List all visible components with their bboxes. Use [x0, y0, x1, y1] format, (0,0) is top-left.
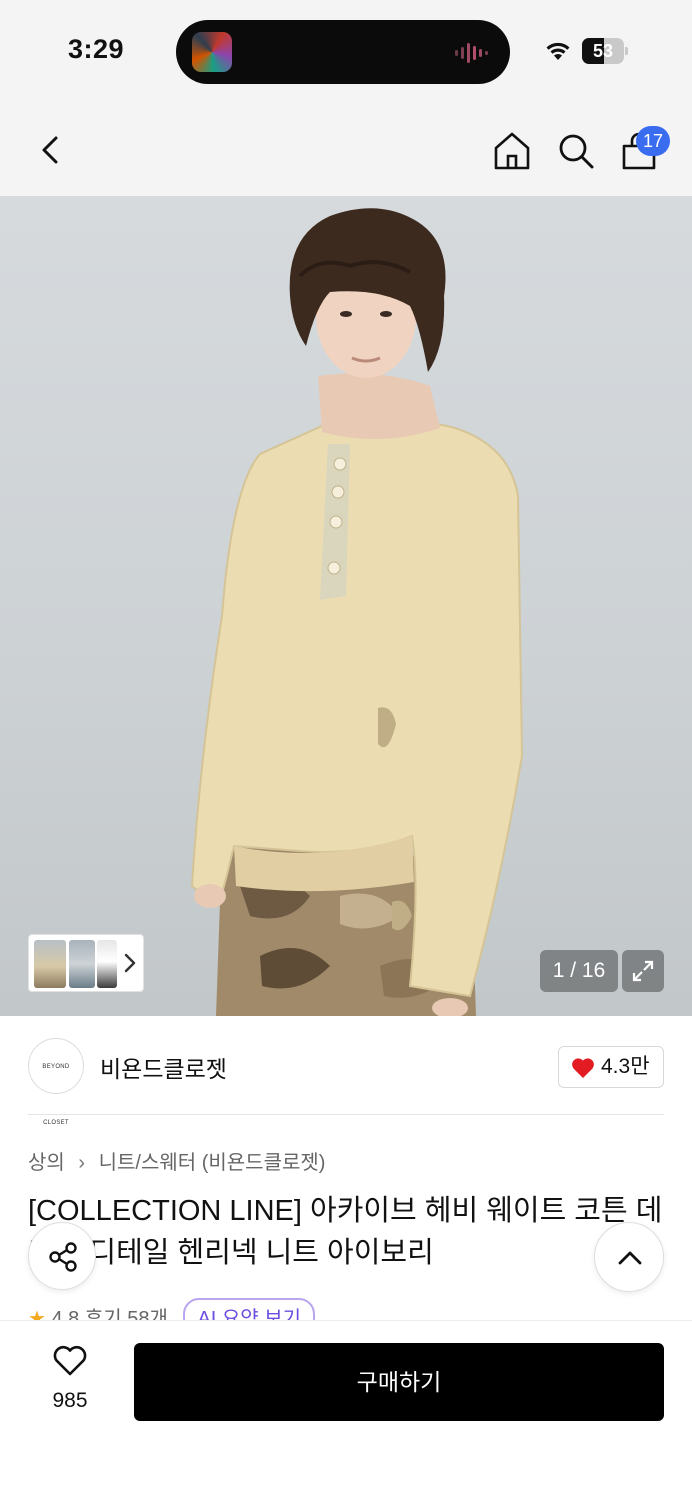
thumbnail-3[interactable] — [97, 940, 117, 988]
top-navigation: 17 — [0, 104, 692, 196]
breadcrumb: 상의 › 니트/스웨터 (비욘드클로젯) — [28, 1146, 325, 1175]
thumbnail-strip[interactable] — [28, 934, 144, 992]
status-time: 3:29 — [68, 34, 125, 64]
wishlist-count: 985 — [52, 1389, 88, 1412]
chevron-right-icon[interactable] — [123, 951, 137, 975]
chevron-up-icon — [618, 1251, 642, 1265]
divider — [28, 1114, 664, 1115]
back-icon[interactable] — [32, 130, 68, 170]
wifi-icon — [546, 42, 570, 60]
bottom-action-bar: 985 구매하기 — [0, 1320, 692, 1500]
cart-count-badge: 17 — [636, 126, 670, 156]
brand-like-button[interactable]: 4.3만 — [558, 1046, 664, 1088]
now-playing-app-icon — [192, 32, 232, 72]
brand-row[interactable]: BEYOND CLOSET 비욘드클로젯 4.3만 — [0, 1016, 692, 1126]
image-page-counter: 1 / 16 — [540, 950, 618, 992]
battery-icon: 53 — [582, 38, 628, 64]
share-icon — [49, 1242, 77, 1272]
expand-icon — [632, 960, 654, 982]
battery-percent: 53 — [592, 41, 614, 61]
status-bar: 3:29 53 — [0, 0, 692, 104]
brand-name[interactable]: 비욘드클로젯 — [100, 1050, 227, 1084]
search-icon[interactable] — [556, 130, 596, 172]
thumbnail-1[interactable] — [34, 940, 66, 988]
scroll-to-top-button[interactable] — [594, 1222, 664, 1292]
breadcrumb-item-subcategory[interactable]: 니트/스웨터 (비욘드클로젯) — [99, 1152, 326, 1174]
chevron-right-icon: › — [78, 1152, 86, 1174]
breadcrumb-item-category[interactable]: 상의 — [28, 1152, 65, 1174]
product-title: [COLLECTION LINE] 아카이브 헤비 웨이트 코튼 데미지 디테일… — [28, 1195, 663, 1269]
home-icon[interactable] — [492, 130, 532, 172]
brand-like-count: 4.3만 — [601, 1055, 650, 1078]
product-image-gallery[interactable]: 1 / 16 — [0, 196, 692, 1016]
share-button[interactable] — [28, 1222, 96, 1290]
brand-logo[interactable]: BEYOND CLOSET — [28, 1038, 84, 1126]
audio-wave-icon — [455, 43, 488, 63]
heart-filled-icon — [572, 1058, 594, 1078]
thumbnail-2[interactable] — [69, 940, 95, 988]
product-photo — [190, 208, 524, 1016]
wishlist-button[interactable]: 985 — [40, 1345, 100, 1415]
buy-button[interactable]: 구매하기 — [134, 1343, 664, 1421]
dynamic-island — [176, 20, 510, 84]
expand-image-button[interactable] — [622, 950, 664, 992]
heart-outline-icon — [53, 1345, 87, 1376]
